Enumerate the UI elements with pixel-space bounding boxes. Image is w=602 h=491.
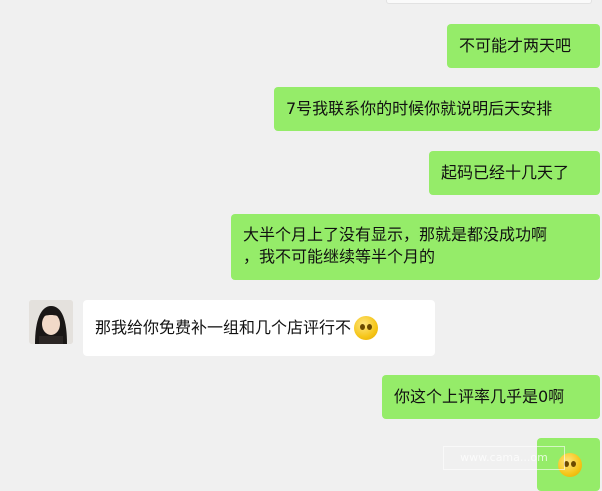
message-bubble-outgoing[interactable]: 你这个上评率几乎是0啊: [382, 375, 600, 419]
message-text: 那我给你免费补一组和几个店评行不: [95, 318, 352, 337]
message-text-line: 大半个月上了没有显示，那就是都没成功啊: [243, 225, 548, 244]
message-bubble-outgoing[interactable]: 7号我联系你的时候你就说明后天安排: [274, 87, 600, 131]
message-text: 7号我联系你的时候你就说明后天安排: [286, 99, 553, 118]
message-text: 起码已经十几天了: [441, 163, 570, 182]
message-bubble-outgoing[interactable]: 不可能才两天吧: [447, 24, 600, 68]
message-text: 你这个上评率几乎是0啊: [394, 387, 565, 406]
message-text-line: ，我不可能继续等半个月的: [243, 247, 436, 266]
message-bubble-outgoing[interactable]: 大半个月上了没有显示，那就是都没成功啊 ，我不可能继续等半个月的: [231, 214, 600, 280]
watermark: www.cama...om: [443, 446, 565, 470]
avatar[interactable]: [29, 300, 73, 344]
crying-laughing-emoji-icon: [354, 316, 379, 340]
message-bubble-outgoing[interactable]: 起码已经十几天了: [429, 151, 600, 195]
input-box-edge: [386, 0, 592, 4]
message-bubble-incoming[interactable]: 那我给你免费补一组和几个店评行不: [83, 300, 435, 356]
message-text: 不可能才两天吧: [459, 36, 572, 55]
